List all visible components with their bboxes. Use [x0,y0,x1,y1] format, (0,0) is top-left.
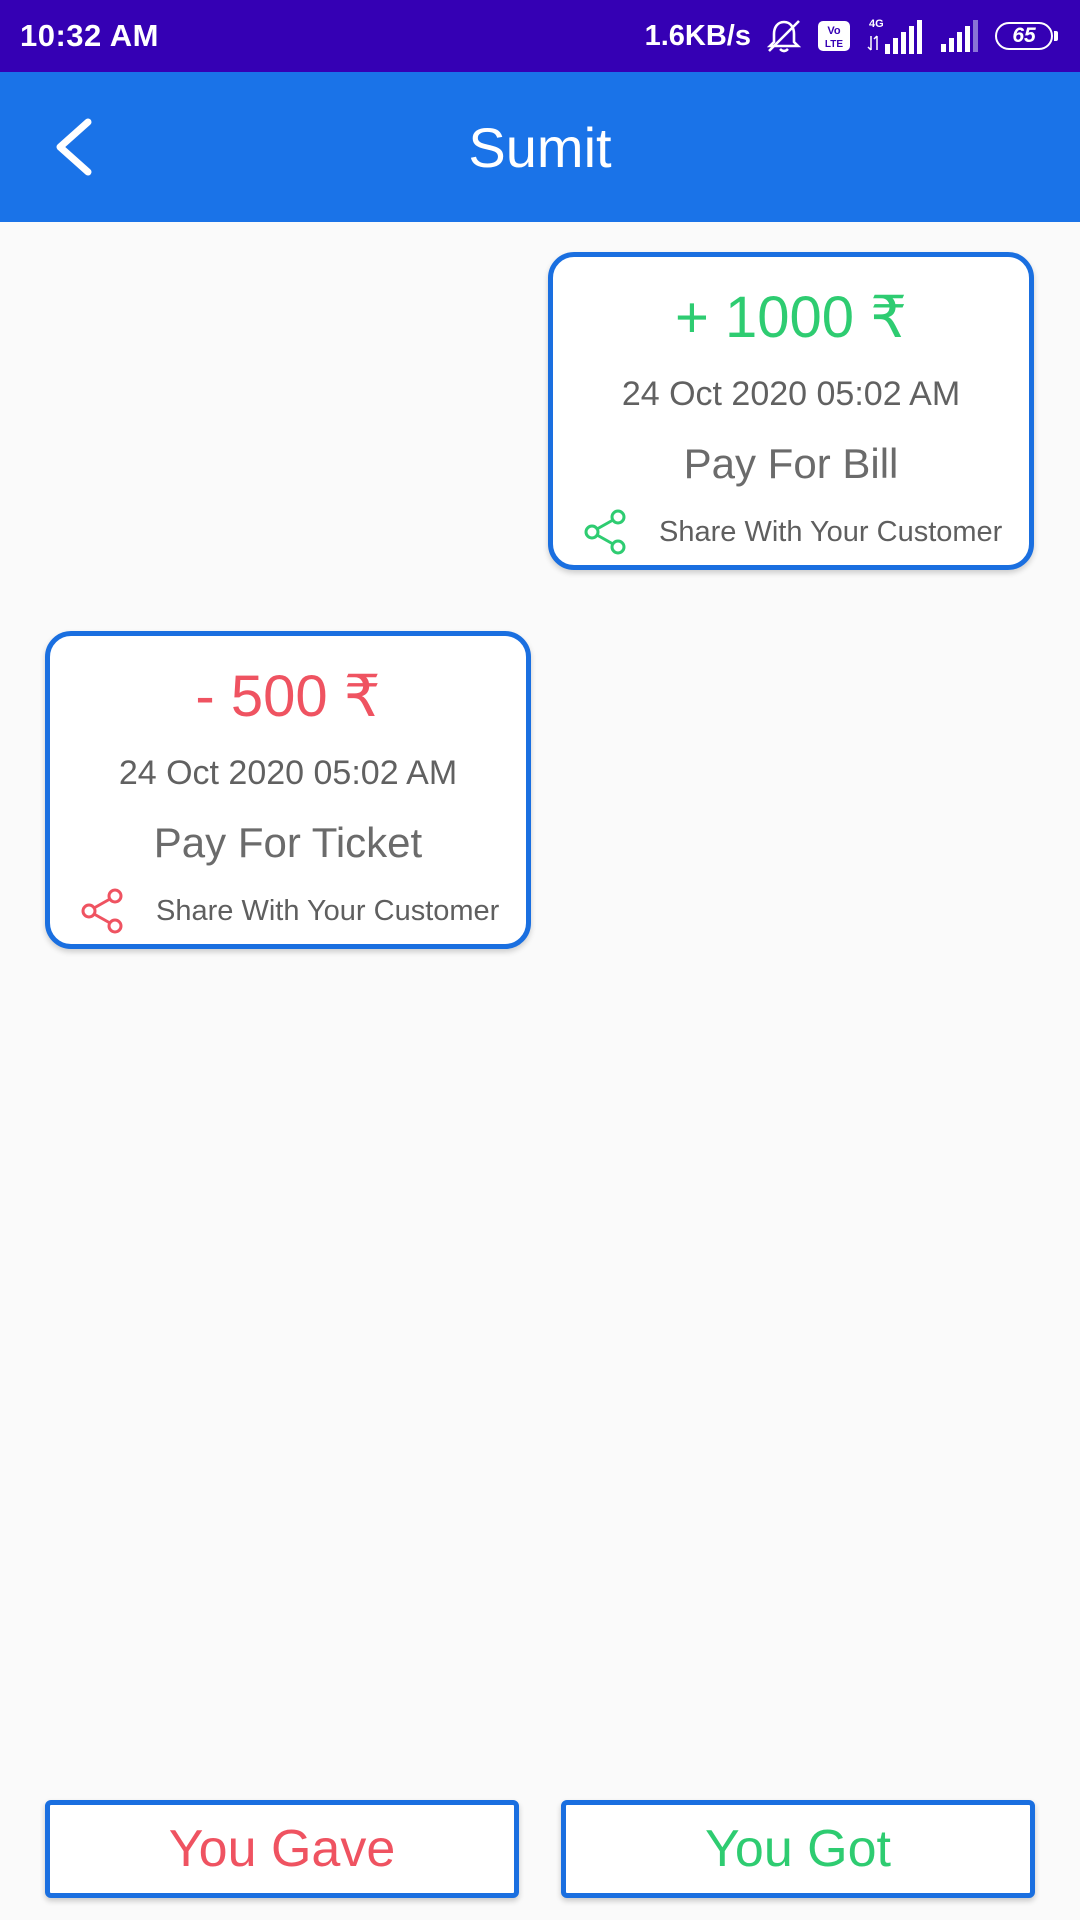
transaction-card[interactable]: + 1000 ₹ 24 Oct 2020 05:02 AM Pay For Bi… [548,252,1034,570]
transaction-amount: - 500 ₹ [195,664,381,729]
svg-text:Vo: Vo [827,25,841,37]
signal-icon [939,18,981,54]
net-speed: 1.6KB/s [644,19,751,52]
transaction-amount: + 1000 ₹ [674,285,908,350]
share-label: Share With Your Customer [659,515,1003,548]
svg-text:4G: 4G [869,18,884,30]
page-title: Sumit [468,115,612,179]
battery-level: 65 [995,22,1053,50]
share-icon [581,507,631,557]
back-button[interactable] [40,112,110,182]
mute-alarm-icon [765,18,803,54]
share-with-customer-button[interactable]: Share With Your Customer [78,886,516,936]
volte-icon: Vo LTE [817,20,851,52]
transaction-note: Pay For Bill [683,440,899,487]
share-with-customer-button[interactable]: Share With Your Customer [581,507,1019,557]
svg-text:LTE: LTE [825,39,843,50]
battery-icon: 65 [995,22,1058,50]
app-bar: Sumit [0,72,1080,222]
transaction-date: 24 Oct 2020 05:02 AM [621,375,961,413]
chevron-left-icon [56,118,92,176]
status-icons: 1.6KB/s Vo LTE 4G 65 [645,16,1058,56]
share-label: Share With Your Customer [156,894,500,927]
transaction-note: Pay For Ticket [153,819,423,866]
you-got-button[interactable]: You Got [561,1800,1035,1898]
transaction-date: 24 Oct 2020 05:02 AM [118,754,458,792]
status-time: 10:32 AM [20,18,159,53]
signal-4g-icon: 4G [865,16,925,56]
transaction-card[interactable]: - 500 ₹ 24 Oct 2020 05:02 AM Pay For Tic… [45,631,531,949]
share-icon [78,886,128,936]
status-bar: 10:32 AM 1.6KB/s Vo LTE 4G 65 [0,0,1080,72]
you-gave-button[interactable]: You Gave [45,1800,519,1898]
